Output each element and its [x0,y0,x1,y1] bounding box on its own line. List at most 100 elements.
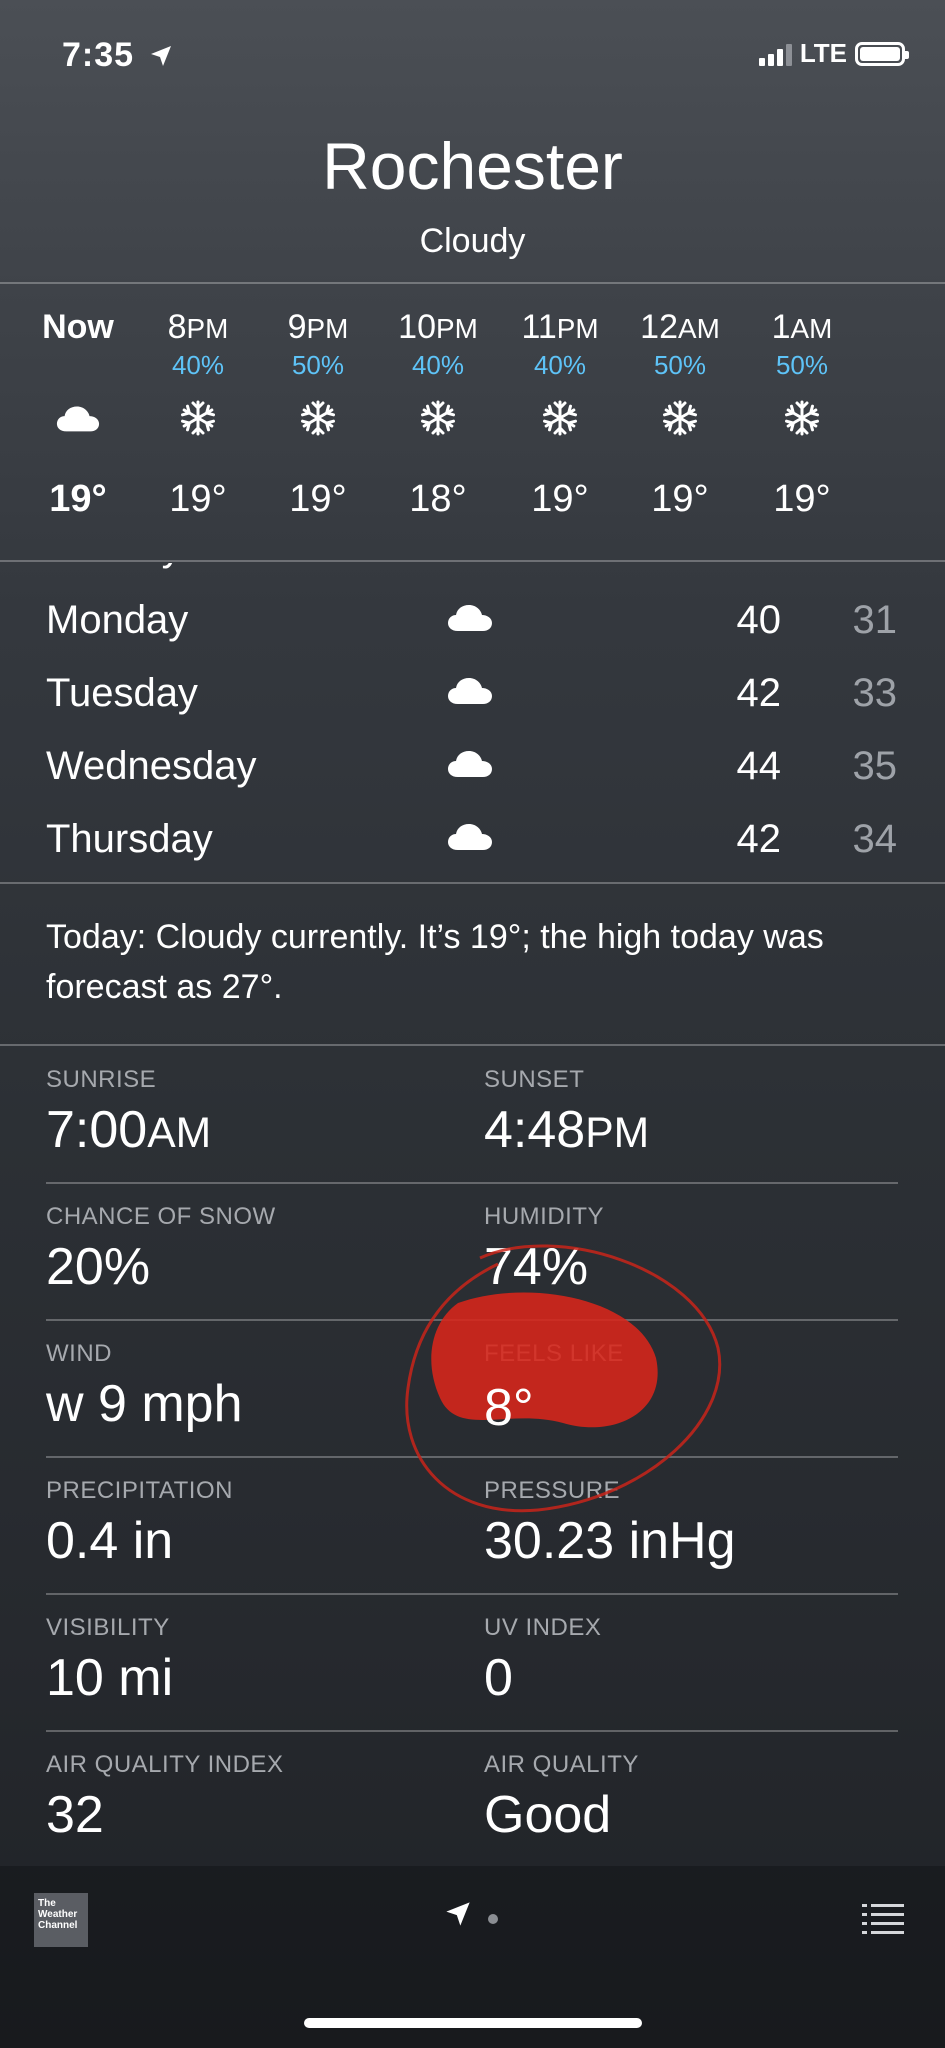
home-indicator[interactable] [304,2018,642,2028]
divider [0,560,945,562]
snowflake-icon [140,388,256,448]
precip-chance: 50% [775,350,829,380]
divider [0,282,945,284]
detail-value: 7:00AM [46,1101,212,1159]
day-name: Tuesday [46,671,198,715]
battery-icon [855,41,909,66]
detail-value: 0 [484,1649,513,1707]
day-high: 36 [737,563,782,570]
status-time: 7:35 [62,36,173,75]
hour-temp: 19° [289,478,347,520]
detail-air-quality: AIR QUALITY Good [484,1751,884,1845]
feels-like-value-overlay: 8° [484,1379,534,1437]
daily-forecast[interactable]: Sunday 36 28 Monday 40 31 Tuesday 42 33 Wednesday… [0,563,945,881]
detail-sunrise: SUNRISE 7:00AM [46,1066,446,1160]
detail-label: SUNRISE [46,1066,157,1093]
detail-label: WIND [46,1340,112,1367]
detail-value: 0.4 in [46,1512,174,1570]
weather-channel-logo[interactable]: The Weather Channel [34,1893,88,1947]
day-high: 42 [736,817,782,861]
divider [0,882,945,884]
day-low: 31 [852,598,898,642]
hourly-item: 8PM 40% 19° [140,290,256,521]
cloud-icon [446,675,494,710]
hourly-item: 1AM 50% 19° [744,290,860,521]
hourly-forecast[interactable]: Now 19° 8PM 40% 19° 9PM 50% 19° 10PM 40% 18° 11PM 40… [22,290,945,550]
day-name: Monday [46,598,189,642]
hour-temp: 18° [409,478,467,520]
hourly-item: Now 19° [22,290,136,521]
day-name: Sunday [46,563,182,570]
hour-label: Now [42,308,114,346]
day-low: 35 [852,744,898,788]
detail-label: SUNSET [484,1066,585,1093]
detail-value: 4:48PM [484,1101,650,1159]
location-arrow-icon [150,46,171,66]
precip-chance: 40% [533,350,587,380]
precip-chance: 50% [653,350,707,380]
day-low: 34 [852,817,898,861]
annotation-circle-icon [405,1244,722,1513]
detail-value: w 9 mph [46,1375,243,1433]
snowflake-icon [502,388,618,448]
hourly-item: 11PM 40% 19° [502,290,618,521]
day-high: 44 [736,744,782,788]
hour-label: 11PM [521,308,599,346]
snowflake-icon [380,388,496,448]
divider [0,1044,945,1046]
hour-temp: 19° [773,478,831,520]
detail-uv-index: UV INDEX 0 [484,1614,884,1708]
daily-row: Wednesday 44 35 [0,732,945,805]
daily-row: Tuesday 42 33 [0,659,945,732]
daily-row: Sunday 36 28 [0,563,945,586]
detail-air-quality-index: AIR QUALITY INDEX 32 [46,1751,446,1845]
precip-chance [22,350,136,384]
cloud-icon [446,821,494,856]
daily-row: Monday 40 31 [0,586,945,659]
detail-sunset: SUNSET 4:48PM [484,1066,884,1160]
divider [46,1593,898,1595]
daily-row: Thursday 42 34 [0,805,945,878]
current-condition: Cloudy [419,222,526,260]
today-summary: Today: Cloudy currently. It’s 19°; the h… [46,918,824,1006]
page-indicator-dot[interactable] [488,1914,498,1924]
detail-value: 20% [46,1238,151,1296]
detail-label: AIR QUALITY INDEX [46,1751,284,1778]
hour-temp: 19° [169,478,227,520]
city-list-icon[interactable] [862,1902,904,1936]
cloud-icon [446,602,494,637]
precip-chance: 50% [291,350,345,380]
day-low: 28 [853,563,898,570]
detail-value: Good [484,1786,612,1844]
detail-value: 10 mi [46,1649,174,1707]
detail-label: VISIBILITY [46,1614,170,1641]
hour-label: 12AM [640,308,720,346]
day-high: 42 [736,671,782,715]
snowflake-icon [622,388,738,448]
detail-label: CHANCE OF SNOW [46,1203,276,1230]
detail-value: 32 [46,1786,104,1844]
cloud-icon [446,563,494,564]
hourly-item: 12AM 50% 19° [622,290,738,521]
detail-chance-of-snow: CHANCE OF SNOW 20% [46,1203,446,1297]
detail-label: AIR QUALITY [484,1751,639,1778]
hour-temp: 19° [531,478,589,520]
day-name: Wednesday [46,744,257,788]
hour-temp: 19° [49,478,107,520]
divider [46,1730,898,1732]
detail-wind: WIND w 9 mph [46,1340,446,1434]
hour-label: 10PM [398,308,478,346]
day-low: 33 [852,671,898,715]
snowflake-icon [260,388,376,448]
signal-icon [758,42,792,66]
hourly-item: 9PM 50% 19° [260,290,376,521]
cloud-icon [22,388,136,448]
hourly-item: 10PM 40% 18° [380,290,496,521]
status-time-text: 7:35 [62,36,135,74]
detail-visibility: VISIBILITY 10 mi [46,1614,446,1708]
city-name: Rochester [322,129,623,203]
precip-chance: 40% [411,350,465,380]
detail-label: PRECIPITATION [46,1477,233,1504]
current-location-icon[interactable] [444,1900,472,1928]
detail-label: HUMIDITY [484,1203,604,1230]
